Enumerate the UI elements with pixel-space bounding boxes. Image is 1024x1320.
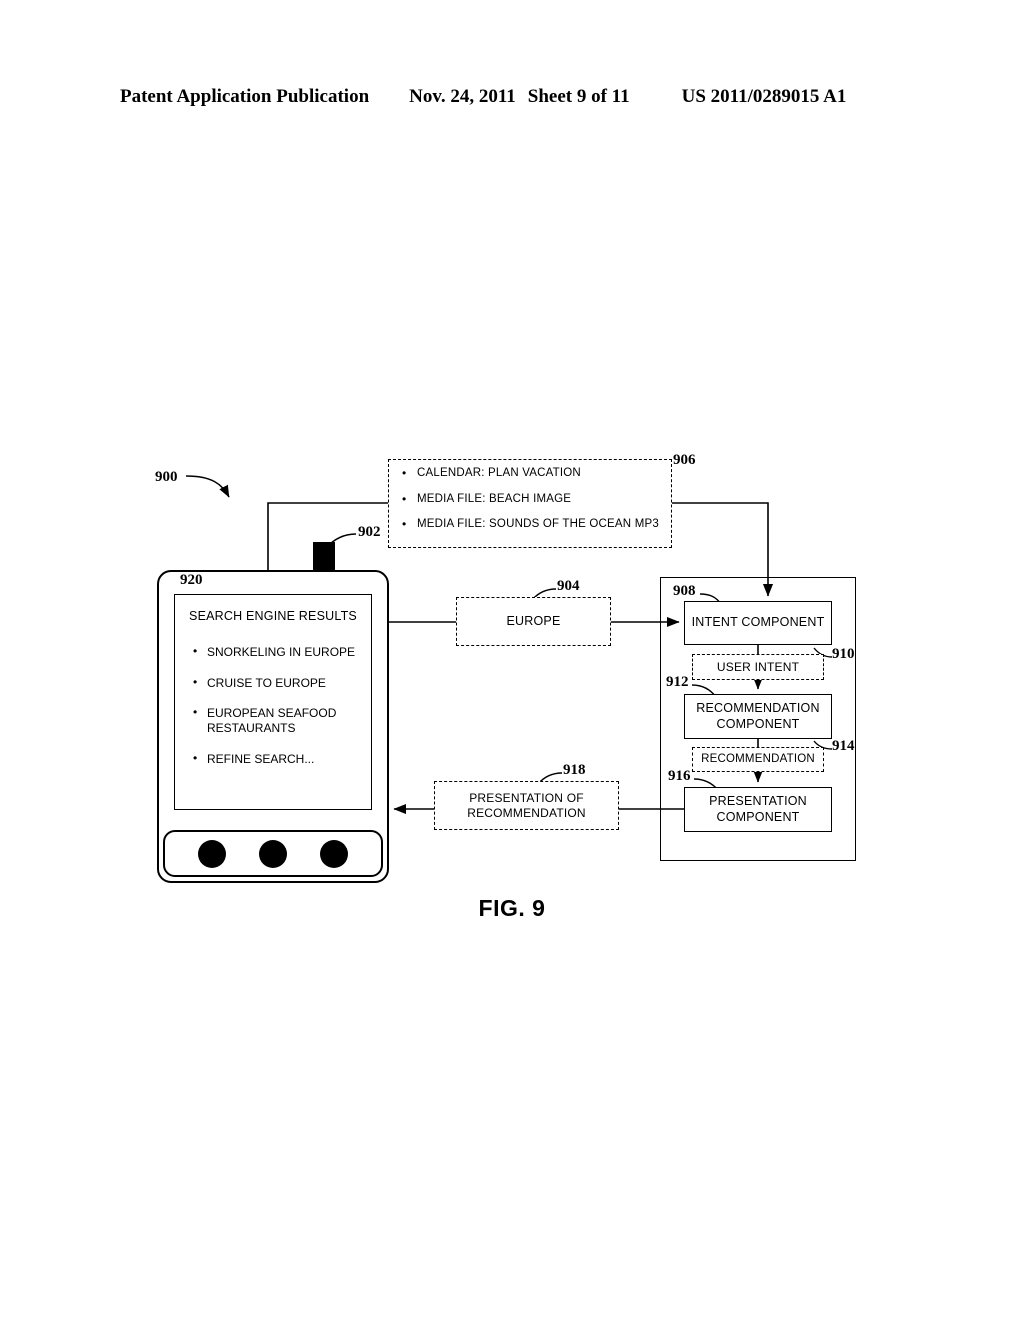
search-result-item[interactable]: SNORKELING IN EUROPE: [193, 644, 363, 660]
context-items-list: CALENDAR: PLAN VACATION MEDIA FILE: BEAC…: [399, 467, 665, 531]
user-intent-box: USER INTENT: [692, 654, 824, 680]
recommendation-label: RECOMMENDATION: [701, 753, 815, 766]
reference-numeral-904: 904: [557, 578, 580, 594]
device-antenna: [313, 542, 335, 572]
presentation-box-line1: PRESENTATION OF: [469, 790, 584, 805]
user-intent-label: USER INTENT: [716, 659, 800, 674]
device-screen: SEARCH ENGINE RESULTS SNORKELING IN EURO…: [174, 594, 372, 810]
device-button-center[interactable]: [259, 839, 287, 868]
reference-numeral-918: 918: [563, 762, 586, 778]
figure-caption: FIG. 9: [478, 895, 546, 921]
reference-numeral-906: 906: [673, 452, 696, 468]
refine-search-item[interactable]: REFINE SEARCH...: [193, 751, 363, 767]
recommendation-component-text: RECOMMENDATION COMPONENT: [696, 701, 819, 732]
reference-numeral-912: 912: [666, 674, 689, 690]
reference-numeral-920: 920: [180, 572, 203, 588]
recommendation-component-line1: RECOMMENDATION: [696, 700, 820, 715]
reference-numeral-908: 908: [673, 583, 696, 599]
query-box: EUROPE: [456, 597, 611, 646]
context-item: MEDIA FILE: BEACH IMAGE: [402, 493, 665, 506]
intent-component-box: INTENT COMPONENT: [684, 601, 832, 645]
intent-component-label: INTENT COMPONENT: [691, 615, 825, 630]
leader-900: [185, 475, 230, 498]
context-items-box: CALENDAR: PLAN VACATION MEDIA FILE: BEAC…: [388, 459, 672, 548]
presentation-of-recommendation-box: PRESENTATION OF RECOMMENDATION: [434, 781, 619, 830]
device-button-left[interactable]: [198, 839, 226, 868]
reference-numeral-914: 914: [832, 738, 855, 754]
presentation-component-box: PRESENTATION COMPONENT: [684, 787, 832, 832]
context-item: CALENDAR: PLAN VACATION: [402, 467, 665, 480]
search-result-item[interactable]: EUROPEAN SEAFOOD RESTAURANTS: [193, 705, 363, 735]
context-item: MEDIA FILE: SOUNDS OF THE OCEAN MP3: [402, 518, 665, 531]
presentation-component-text: PRESENTATION COMPONENT: [709, 794, 807, 825]
reference-numeral-902: 902: [358, 524, 381, 540]
reference-numeral-910: 910: [832, 646, 855, 662]
search-results-list: SNORKELING IN EUROPE CRUISE TO EUROPE EU…: [183, 644, 363, 767]
connector-lines: [185, 465, 833, 815]
figure-9-diagram: CALENDAR: PLAN VACATION MEDIA FILE: BEAC…: [0, 0, 1024, 1320]
presentation-component-line1: PRESENTATION: [709, 793, 807, 808]
device-button-bar: [163, 830, 383, 877]
recommendation-component-line2: COMPONENT: [716, 716, 800, 731]
presentation-box-text: PRESENTATION OF RECOMMENDATION: [467, 791, 586, 821]
recommendation-component-box: RECOMMENDATION COMPONENT: [684, 694, 832, 739]
screen-title: SEARCH ENGINE RESULTS: [189, 609, 357, 623]
recommendation-box: RECOMMENDATION: [692, 747, 824, 772]
presentation-component-line2: COMPONENT: [716, 809, 800, 824]
query-label: EUROPE: [506, 613, 561, 628]
reference-numeral-916: 916: [668, 768, 691, 784]
presentation-box-line2: RECOMMENDATION: [467, 805, 586, 820]
search-result-item[interactable]: CRUISE TO EUROPE: [193, 675, 363, 691]
reference-numeral-900: 900: [155, 469, 178, 485]
device-button-right[interactable]: [320, 839, 348, 868]
